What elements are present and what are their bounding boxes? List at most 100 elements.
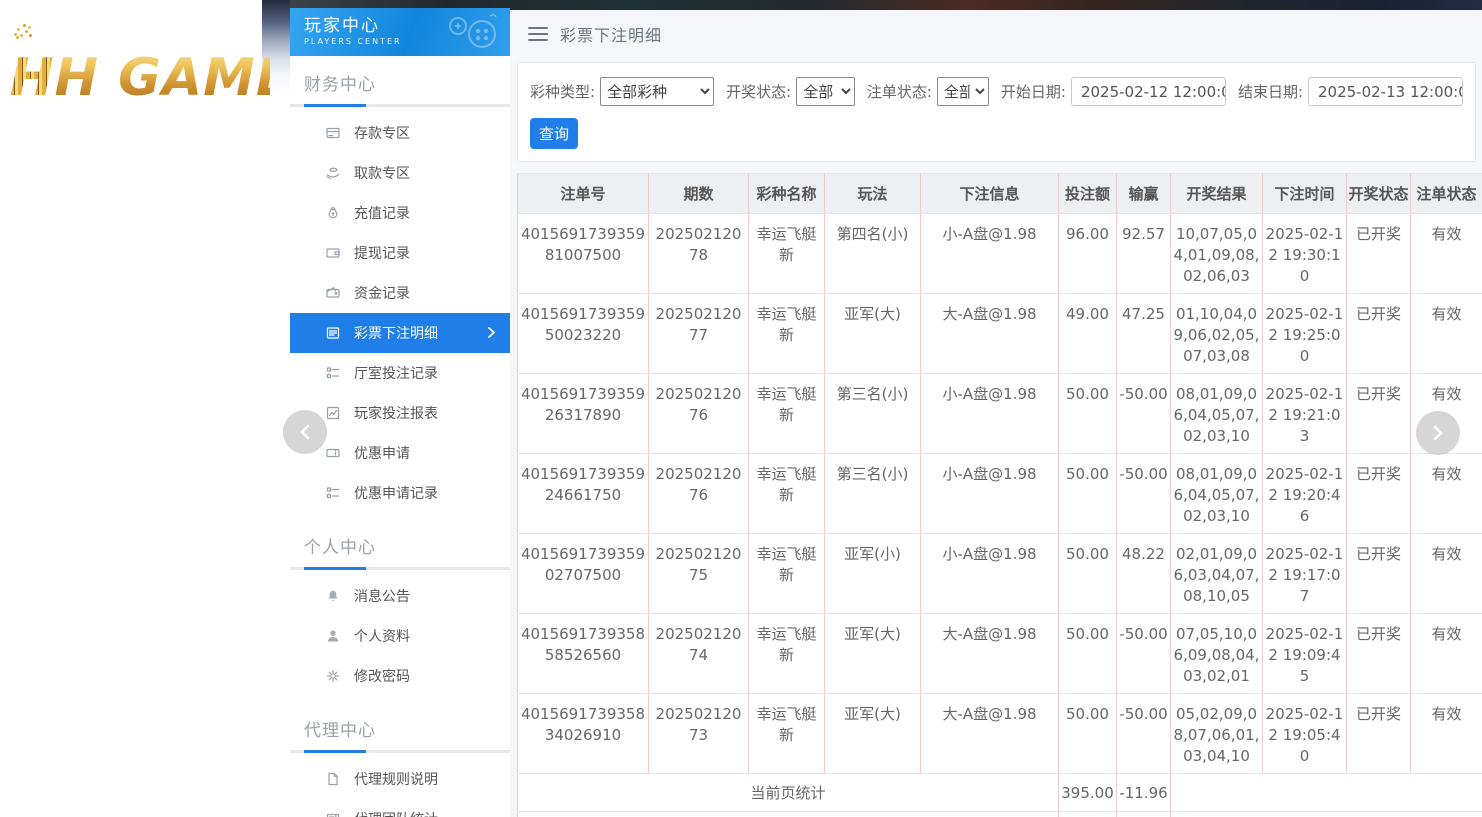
sidebar-header: 玩家中心 PLAYERS CENTER xyxy=(290,8,510,56)
section-title: 个人中心 xyxy=(304,533,496,558)
sidebar-item-funds-wallet[interactable]: 资金记录 xyxy=(290,273,510,313)
start-date-label: 开始日期: xyxy=(1001,81,1066,102)
sidebar-item-recharge-moneybag[interactable]: 充值记录 xyxy=(290,193,510,233)
table-cell: 96.00 xyxy=(1059,214,1117,294)
table-cell: 有效 xyxy=(1411,534,1482,614)
table-cell: 有效 xyxy=(1411,294,1482,374)
table-cell: 大-A盘@1.98 xyxy=(921,294,1059,374)
order-status-label: 注单状态: xyxy=(867,81,932,102)
menu-list: 存款专区取款专区充值记录提现记录资金记录彩票下注明细厅室投注记录玩家投注报表优惠… xyxy=(290,107,510,519)
table-cell: 92.57 xyxy=(1117,214,1171,294)
sidebar-item-lottery-bet-detail[interactable]: 彩票下注明细 xyxy=(290,313,510,353)
table-cell: 50.00 xyxy=(1059,694,1117,774)
table-cell: 有效 xyxy=(1411,614,1482,694)
table-cell: 幸运飞艇新 xyxy=(749,294,825,374)
table-cell: 2025-02-12 19:30:10 xyxy=(1263,214,1347,294)
column-header: 期数 xyxy=(649,174,749,214)
withdraw-hand-icon xyxy=(325,165,341,181)
sidebar-item-label: 充值记录 xyxy=(354,203,410,223)
table-cell: 2025-02-12 19:20:46 xyxy=(1263,454,1347,534)
query-button[interactable]: 查询 xyxy=(530,118,578,149)
deposit-card-icon xyxy=(325,125,341,141)
table-cell: -50.00 xyxy=(1117,374,1171,454)
main-content: 彩票下注明细 彩种类型: 全部彩种 开奖状态: 全部 注单状态: 全部 开始日期… xyxy=(510,10,1482,817)
table-cell: 01,10,04,09,06,02,05,07,03,08 xyxy=(1171,294,1263,374)
sidebar-item-deposit-card[interactable]: 存款专区 xyxy=(290,113,510,153)
table-cell: 50.00 xyxy=(1059,454,1117,534)
promo-apply-ticket-icon xyxy=(325,445,341,461)
table-cell: 大-A盘@1.98 xyxy=(921,614,1059,694)
table-cell: 已开奖 xyxy=(1347,614,1411,694)
table-cell: 49.00 xyxy=(1059,294,1117,374)
table-cell: 48.22 xyxy=(1117,534,1171,614)
table-cell: 小-A盘@1.98 xyxy=(921,454,1059,534)
hamburger-menu-icon[interactable] xyxy=(528,27,548,41)
sidebar-item-agent-team-stats[interactable]: 代理团队统计 xyxy=(290,799,510,817)
order-status-select[interactable]: 全部 xyxy=(937,77,989,106)
table-row: 40156917393592631789020250212076幸运飞艇新第三名… xyxy=(518,374,1482,454)
table-cell: 小-A盘@1.98 xyxy=(921,374,1059,454)
table-cell: 第三名(小) xyxy=(825,454,921,534)
table-scroll-right-button[interactable] xyxy=(1416,411,1460,455)
sidebar-item-notice-bell[interactable]: 消息公告 xyxy=(290,576,510,616)
sidebar-item-withdraw-hand[interactable]: 取款专区 xyxy=(290,153,510,193)
table-cell: 2025-02-12 19:17:07 xyxy=(1263,534,1347,614)
table-cell: 401569173935858526560 xyxy=(518,614,649,694)
summary-label: 当前页统计 xyxy=(518,774,1059,812)
table-cell: 401569173935926317890 xyxy=(518,374,649,454)
sidebar-item-label: 取款专区 xyxy=(354,163,410,183)
bet-detail-table: 注单号期数彩种名称玩法下注信息投注额输赢开奖结果下注时间开奖状态注单状态 401… xyxy=(517,173,1482,817)
table-cell: 小-A盘@1.98 xyxy=(921,534,1059,614)
sidebar-item-profile-person[interactable]: 个人资料 xyxy=(290,616,510,656)
column-header: 彩种名称 xyxy=(749,174,825,214)
table-cell: 50.00 xyxy=(1059,614,1117,694)
table-cell: -50.00 xyxy=(1117,694,1171,774)
chevron-left-icon xyxy=(298,423,312,441)
lottery-type-select[interactable]: 全部彩种 xyxy=(600,77,714,106)
table-row: 40156917393583402691020250212073幸运飞艇新亚军(… xyxy=(518,694,1482,774)
draw-status-select[interactable]: 全部 xyxy=(796,77,855,106)
table-cell: 47.25 xyxy=(1117,294,1171,374)
summary-empty-cell xyxy=(1171,812,1482,817)
sidebar-item-label: 个人资料 xyxy=(354,626,410,646)
logo-text: H GAME xyxy=(55,48,293,108)
summary-label: 总统计 xyxy=(518,812,1059,817)
sidebar-item-withdraw-record-wallet[interactable]: 提现记录 xyxy=(290,233,510,273)
table-cell: 亚军(大) xyxy=(825,294,921,374)
column-header: 投注额 xyxy=(1059,174,1117,214)
table-cell: 401569173935950023220 xyxy=(518,294,649,374)
section-divider xyxy=(290,750,510,753)
summary-bet-total: 395.00 xyxy=(1059,774,1117,812)
column-header: 输赢 xyxy=(1117,174,1171,214)
sidebar-item-password-gear[interactable]: 修改密码 xyxy=(290,656,510,696)
sidebar-item-label: 消息公告 xyxy=(354,586,410,606)
section-title: 财务中心 xyxy=(304,70,496,95)
start-date-input[interactable] xyxy=(1071,77,1226,106)
table-cell: 2025-02-12 19:25:00 xyxy=(1263,294,1347,374)
table-cell: 08,01,09,06,04,05,07,02,03,10 xyxy=(1171,454,1263,534)
table-cell: 有效 xyxy=(1411,214,1482,294)
column-header: 玩法 xyxy=(825,174,921,214)
table-cell: 05,02,09,08,07,06,01,03,04,10 xyxy=(1171,694,1263,774)
table-cell: 2025-02-12 19:21:03 xyxy=(1263,374,1347,454)
site-logo: HH GAME xyxy=(10,48,270,108)
table-cell: 小-A盘@1.98 xyxy=(921,214,1059,294)
table-cell: 20250212075 xyxy=(649,534,749,614)
table-cell: 02,01,09,06,03,04,07,08,10,05 xyxy=(1171,534,1263,614)
table-cell: 已开奖 xyxy=(1347,294,1411,374)
table-cell: 已开奖 xyxy=(1347,374,1411,454)
hall-bet-record-icon xyxy=(325,365,341,381)
table-cell: -50.00 xyxy=(1117,454,1171,534)
column-header: 注单号 xyxy=(518,174,649,214)
end-date-input[interactable] xyxy=(1308,77,1463,106)
sidebar-item-promo-record[interactable]: 优惠申请记录 xyxy=(290,473,510,513)
table-row: 40156917393592466175020250212076幸运飞艇新第三名… xyxy=(518,454,1482,534)
sidebar-collapse-button[interactable] xyxy=(283,410,327,454)
table-cell: 20250212078 xyxy=(649,214,749,294)
table-cell: 幸运飞艇新 xyxy=(749,694,825,774)
sidebar-item-agent-rules-doc[interactable]: 代理规则说明 xyxy=(290,759,510,799)
sidebar-item-hall-bet-record[interactable]: 厅室投注记录 xyxy=(290,353,510,393)
topbar: 彩票下注明细 xyxy=(510,10,1482,58)
agent-rules-doc-icon xyxy=(325,771,341,787)
table-row: 40156917393598100750020250212078幸运飞艇新第四名… xyxy=(518,214,1482,294)
